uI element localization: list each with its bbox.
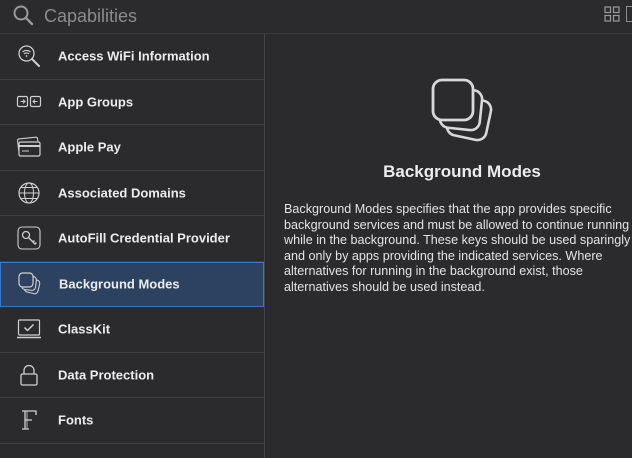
background-modes-icon	[17, 271, 43, 297]
sidebar-item-label: ClassKit	[58, 321, 111, 337]
search-input[interactable]	[42, 3, 566, 29]
lock-icon	[16, 362, 42, 388]
key-icon	[16, 225, 42, 251]
sidebar-item-apple-pay[interactable]: Apple Pay	[0, 125, 264, 171]
sidebar-item-label: Data Protection	[58, 367, 155, 383]
fonts-icon	[16, 407, 42, 433]
sidebar-item-fonts[interactable]: Fonts	[0, 398, 264, 444]
toolbar	[0, 0, 632, 34]
sidebar-item-label: App Groups	[58, 94, 134, 110]
capability-description: Background Modes specifies that the app …	[284, 202, 631, 294]
app-groups-icon	[16, 89, 42, 115]
sidebar-item-app-groups[interactable]: App Groups	[0, 80, 264, 125]
page-title: Background Modes	[383, 162, 541, 181]
sidebar-item-autofill-credential-provider[interactable]: AutoFill Credential Provider	[0, 216, 264, 262]
sidebar-item-label: AutoFill Credential Provider	[58, 230, 230, 246]
sidebar-item-label: Fonts	[58, 412, 94, 428]
panel-toggle-icon[interactable]	[626, 6, 632, 22]
capability-detail-pane: Background Modes Background Modes specif…	[265, 34, 632, 458]
background-modes-icon	[431, 78, 493, 142]
sidebar-item-background-modes[interactable]: Background Modes	[0, 261, 264, 307]
sidebar-item-label: Apple Pay	[58, 139, 121, 155]
sidebar-item-access-wifi-information[interactable]: Access WiFi Information	[0, 34, 264, 80]
sidebar-item-label: Background Modes	[59, 276, 180, 292]
search-icon	[13, 5, 34, 26]
wifi-search-icon	[16, 43, 42, 69]
sidebar-item-associated-domains[interactable]: Associated Domains	[0, 171, 264, 216]
sidebar-item-label: Access WiFi Information	[58, 48, 210, 64]
grid-view-icon[interactable]	[604, 6, 620, 22]
wallet-icon	[16, 134, 42, 160]
capabilities-list: Access WiFi Information App Groups Apple…	[0, 34, 265, 458]
globe-icon	[16, 180, 42, 206]
classkit-icon	[16, 316, 42, 342]
sidebar-item-classkit[interactable]: ClassKit	[0, 307, 264, 353]
sidebar-item-label: Associated Domains	[58, 185, 186, 201]
sidebar-item-data-protection[interactable]: Data Protection	[0, 353, 264, 398]
